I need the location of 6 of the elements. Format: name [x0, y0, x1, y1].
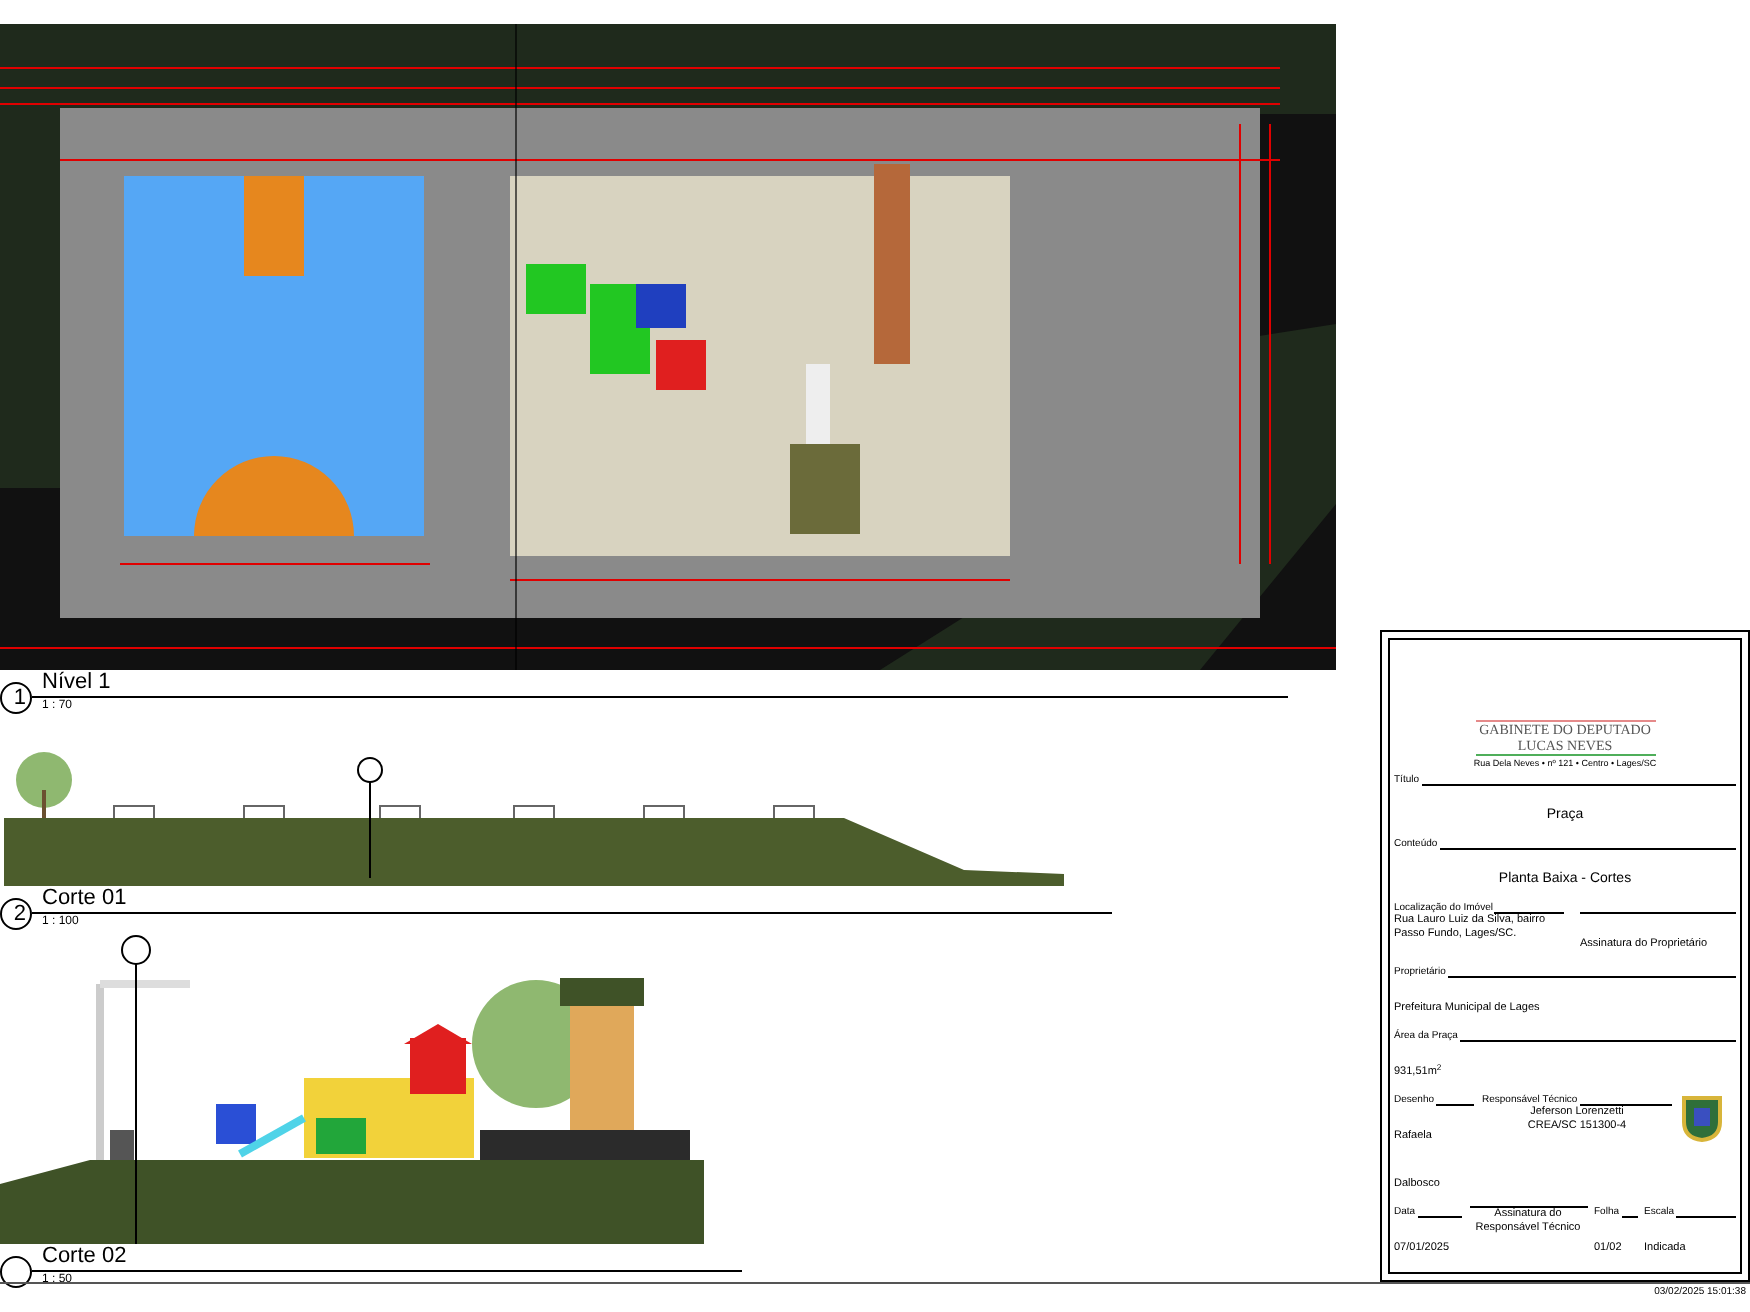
view-title: Nível 1: [42, 670, 111, 696]
view-title: Corte 01: [42, 886, 127, 912]
view-number: 1: [0, 682, 32, 714]
view-number: 2: [0, 898, 32, 930]
coat-of-arms-icon: [1680, 1094, 1724, 1142]
view-title: Corte 02: [42, 1244, 127, 1270]
